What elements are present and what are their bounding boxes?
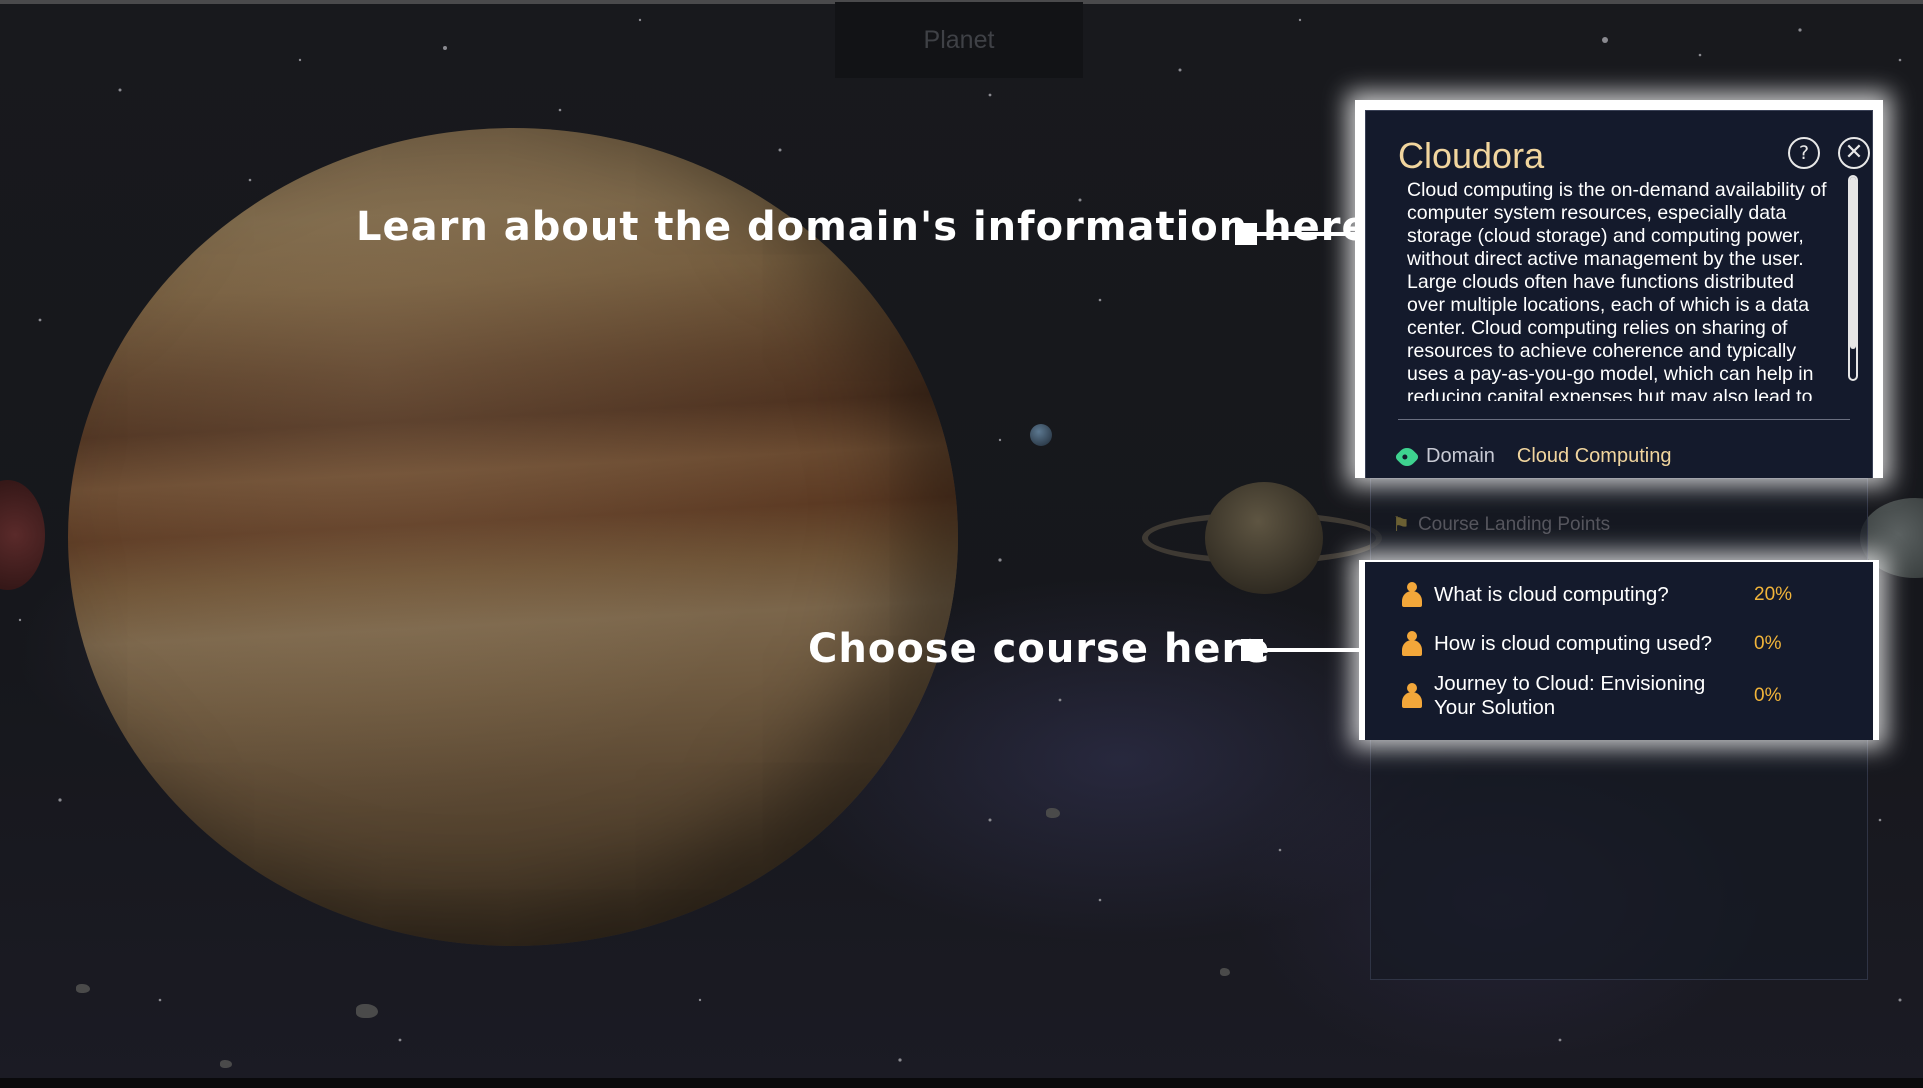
planet-tab[interactable]: Planet xyxy=(835,2,1083,78)
annotation-connector xyxy=(1257,232,1355,236)
domain-label: Domain xyxy=(1426,445,1495,467)
small-blue-moon[interactable] xyxy=(1030,424,1052,446)
scrollbar-thumb[interactable] xyxy=(1850,177,1856,349)
annotation-connector xyxy=(1263,648,1359,652)
annotation-marker xyxy=(1241,639,1263,661)
course-item[interactable]: How is cloud computing used? 0% xyxy=(1400,631,1820,657)
course-progress: 0% xyxy=(1754,633,1782,654)
saturn-planet[interactable] xyxy=(1205,482,1323,594)
bottom-edge xyxy=(0,1078,1923,1088)
domain-row: Domain Cloud Computing xyxy=(1394,443,1672,470)
domain-info-panel: Cloudora ? ✕ Cloud computing is the on-d… xyxy=(1365,110,1873,478)
asteroid xyxy=(76,984,90,993)
course-item[interactable]: Journey to Cloud: Envisioning Your Solut… xyxy=(1400,672,1820,720)
annotation-domain-info: Learn about the domain's information her… xyxy=(356,204,1370,250)
help-circle-icon[interactable]: ? xyxy=(1788,137,1820,169)
learner-icon xyxy=(1400,683,1424,709)
close-circle-icon[interactable]: ✕ xyxy=(1838,137,1870,169)
asteroid xyxy=(220,1060,232,1068)
domain-description: Cloud computing is the on-demand availab… xyxy=(1407,179,1827,401)
description-scrollbar[interactable] xyxy=(1848,175,1858,381)
course-name: How is cloud computing used? xyxy=(1434,632,1713,655)
asteroid xyxy=(356,1004,378,1018)
course-name: Journey to Cloud: Envisioning Your Solut… xyxy=(1434,672,1706,719)
tag-icon xyxy=(1394,443,1420,470)
annotation-choose-course: Choose course here xyxy=(808,626,1271,672)
planet-title: Cloudora xyxy=(1398,135,1545,176)
domain-value: Cloud Computing xyxy=(1516,445,1672,467)
course-progress: 0% xyxy=(1754,685,1782,706)
annotation-marker xyxy=(1235,223,1257,245)
asteroid xyxy=(1220,968,1230,976)
learner-icon xyxy=(1400,582,1424,608)
course-item[interactable]: What is cloud computing? 20% xyxy=(1400,582,1820,608)
landing-points-label: Course Landing Points xyxy=(1417,513,1611,535)
course-name: What is cloud computing? xyxy=(1434,583,1669,606)
course-progress: 20% xyxy=(1754,584,1793,605)
course-list: What is cloud computing? 20% How is clou… xyxy=(1365,562,1873,740)
domain-info-card: Cloudora ? ✕ Cloud computing is the on-d… xyxy=(1355,100,1883,478)
flag-icon: ⚑ xyxy=(1392,514,1410,536)
asteroid xyxy=(1046,808,1060,818)
course-landing-points: ⚑ Course Landing Points xyxy=(1392,512,1610,537)
course-list-card: What is cloud computing? 20% How is clou… xyxy=(1359,560,1879,740)
jupiter-planet[interactable] xyxy=(68,128,958,946)
learner-icon xyxy=(1400,631,1424,657)
divider xyxy=(1398,419,1850,420)
